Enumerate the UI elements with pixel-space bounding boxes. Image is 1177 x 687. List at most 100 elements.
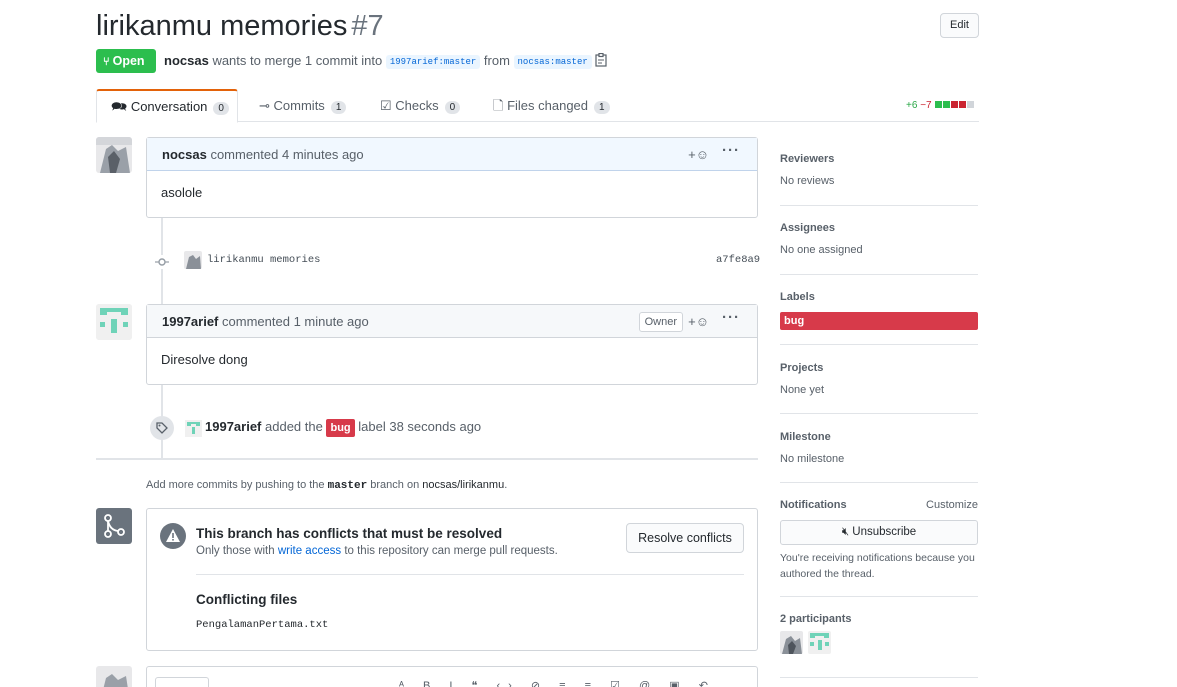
event-text: label 38 seconds ago (358, 419, 482, 434)
comment-discussion-icon: 🗪 (111, 99, 128, 114)
comment-time[interactable]: 1 minute ago (294, 314, 369, 329)
sidebar-divider (780, 274, 978, 275)
status-label: Open (112, 54, 145, 68)
sidebar-value: No milestone (780, 453, 845, 465)
kebab-menu-icon[interactable]: ··· (722, 301, 740, 334)
event-text: added the (265, 419, 323, 434)
avatar[interactable] (96, 666, 132, 687)
tab-count: 1 (330, 101, 347, 114)
sidebar-heading: Labels (780, 291, 815, 303)
sidebar-labels[interactable]: Labels bug (780, 291, 978, 330)
unsubscribe-button[interactable]: 🔇︎ Unsubscribe (780, 520, 978, 545)
notification-note: You're receiving notifications because y… (780, 552, 975, 580)
event-actor[interactable]: 1997arief (205, 419, 261, 434)
sidebar-participants: 2 participants (780, 613, 978, 655)
comment-author[interactable]: 1997arief (162, 314, 218, 329)
tab-count: 0 (444, 101, 461, 114)
hint-text: branch on (370, 479, 420, 491)
tab-label: Conversation (130, 99, 208, 114)
comment-header: 1997arief commented 1 minute ago Owner +… (147, 305, 757, 338)
sidebar-value: No one assigned (780, 244, 863, 256)
diffstat-block (951, 101, 959, 108)
sidebar-reviewers[interactable]: Reviewers No reviews (780, 153, 978, 187)
tab-count: 1 (594, 101, 610, 114)
tab-files-changed[interactable]: 🗋 Files changed 1 (493, 89, 610, 122)
sidebar-divider (780, 677, 978, 678)
avatar[interactable] (185, 420, 202, 437)
page-title: lirikanmu memories #7 (96, 10, 384, 43)
label-event: 1997arief added the bug label 38 seconds… (205, 419, 481, 437)
push-hint: Add more commits by pushing to the maste… (146, 479, 507, 492)
pr-title: lirikanmu memories (96, 10, 348, 42)
file-diff-icon: 🗋 (493, 98, 504, 113)
pr-meta: nocsas wants to merge 1 commit into 1997… (164, 52, 607, 70)
add-reaction-icon[interactable]: +☺ (688, 138, 709, 171)
author-link[interactable]: nocsas (164, 53, 209, 68)
sidebar-divider (780, 413, 978, 414)
commit-message[interactable]: lirikanmu memories (207, 254, 320, 266)
pull-request-icon: ⑂ (103, 56, 110, 68)
resolve-conflicts-button[interactable]: Resolve conflicts (626, 523, 744, 553)
diffstat-block (959, 101, 967, 108)
diffstat-block (943, 101, 951, 108)
tab-commits[interactable]: ⊸ Commits 1 (259, 89, 347, 122)
bug-label[interactable]: bug (326, 419, 355, 437)
diffstat-block (967, 101, 975, 108)
tab-checks[interactable]: ☑ Checks 0 (380, 89, 461, 122)
tab-label: Files changed (507, 98, 589, 113)
divider (196, 574, 744, 575)
comment-action: commented (222, 314, 290, 329)
sidebar-value: None yet (780, 384, 825, 396)
sidebar-divider (780, 344, 978, 345)
kebab-menu-icon[interactable]: ··· (722, 134, 740, 167)
sidebar-milestone[interactable]: Milestone No milestone (780, 431, 978, 465)
conflict-title: This branch has conflicts that must be r… (196, 526, 503, 541)
avatar[interactable] (780, 631, 803, 654)
diffstat-block (935, 101, 943, 108)
merge-text: wants to merge 1 commit into (212, 53, 383, 68)
sidebar-assignees[interactable]: Assignees No one assigned (780, 222, 978, 256)
diffstat-deletions: −7 (920, 100, 932, 111)
edit-button[interactable]: Edit (940, 13, 979, 38)
conflicting-file: PengalamanPertama.txt (196, 619, 329, 631)
comment: nocsas commented 4 minutes ago +☺ ··· as… (146, 137, 758, 218)
clipboard-icon[interactable] (595, 52, 607, 70)
sidebar-heading: Assignees (780, 222, 836, 234)
from-text: from (483, 53, 510, 68)
conflict-desc: Only those with write access to this rep… (196, 545, 558, 557)
status-badge: ⑂ Open (96, 49, 156, 73)
sidebar-divider (780, 482, 978, 483)
git-merge-icon (96, 508, 132, 544)
pr-tabs: 🗪 Conversation 0 ⊸ Commits 1 ☑ Checks 0 🗋 F… (96, 89, 979, 123)
button-label: Unsubscribe (852, 526, 917, 538)
commit-sha[interactable]: a7fe8a9 (716, 254, 760, 266)
customize-link[interactable]: Customize (926, 499, 978, 511)
hint-branch: master (327, 480, 368, 492)
hint-repo[interactable]: nocsas/lirikanmu (422, 479, 504, 491)
avatar[interactable] (96, 304, 132, 340)
avatar[interactable] (808, 631, 832, 654)
head-branch[interactable]: nocsas:master (513, 55, 592, 69)
base-branch[interactable]: 1997arief:master (385, 55, 481, 69)
comment-body: asolole (161, 185, 203, 200)
conflicting-files-title: Conflicting files (196, 592, 298, 607)
comment-time[interactable]: 4 minutes ago (282, 147, 364, 162)
comment-author[interactable]: nocsas (162, 147, 207, 162)
desc-text: to this repository can merge pull reques… (344, 545, 558, 557)
alert-icon (160, 523, 186, 549)
comment-header: nocsas commented 4 minutes ago +☺ ··· (147, 138, 757, 171)
diffstat-additions: +6 (906, 100, 918, 111)
mute-icon: 🔇︎ (841, 526, 850, 538)
bug-label[interactable]: bug (780, 312, 978, 330)
avatar[interactable] (96, 137, 132, 173)
add-reaction-icon[interactable]: +☺ (688, 305, 709, 338)
tab-write[interactable] (155, 677, 209, 687)
write-access-link[interactable]: write access (278, 545, 341, 557)
markdown-toolbar-icons[interactable]: ᴬ B I ❝ ‹› ⊘ ≡ ≡ ☑ @ ▣ ↶ (399, 679, 716, 687)
tab-label: Checks (395, 98, 439, 113)
comment: 1997arief commented 1 minute ago Owner +… (146, 304, 758, 385)
sidebar-projects[interactable]: Projects None yet (780, 362, 978, 396)
tag-icon (150, 416, 174, 440)
avatar[interactable] (184, 251, 202, 269)
tab-conversation[interactable]: 🗪 Conversation 0 (96, 89, 238, 123)
